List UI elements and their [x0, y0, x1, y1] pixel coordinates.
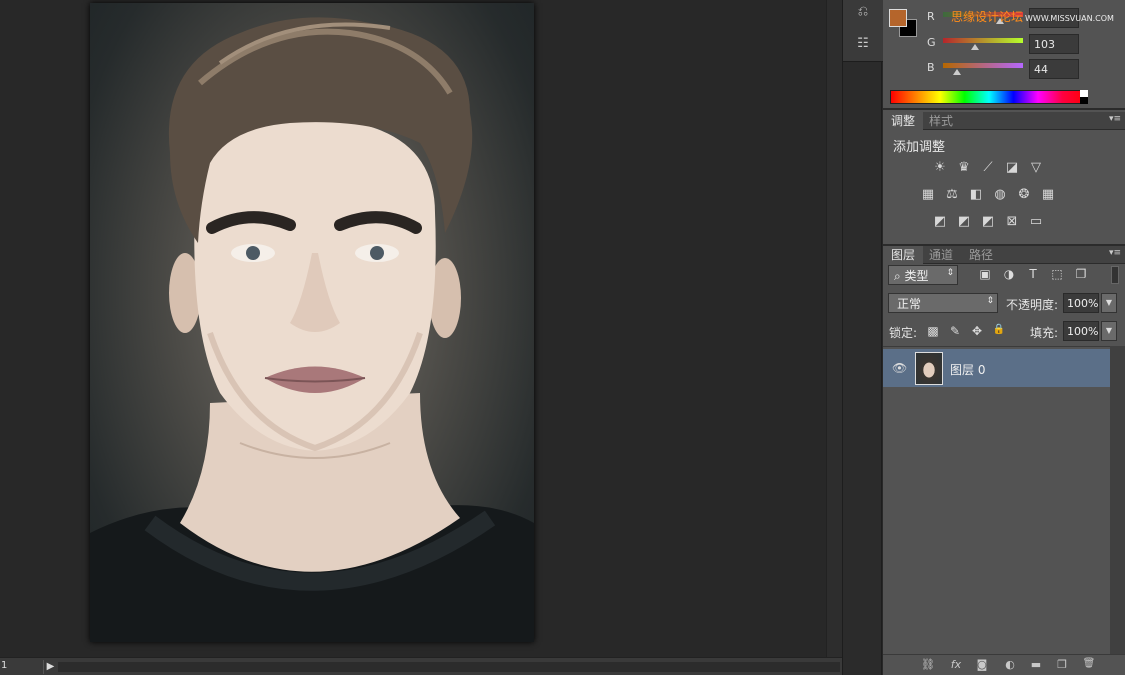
filter-toggle-switch[interactable] [1111, 266, 1119, 284]
adjustment-filter-icon[interactable]: ◑ [1001, 267, 1017, 283]
brightness-icon[interactable]: ☀ [931, 159, 949, 177]
layer-row[interactable]: 👁 图层 0 [883, 349, 1110, 387]
blend-select-arrow: ⇕ [986, 296, 994, 306]
fill-dropdown[interactable]: ▼ [1101, 321, 1117, 341]
lock-transparent-icon[interactable]: ▩ [925, 324, 941, 340]
curves-icon[interactable]: ⟋ [979, 159, 997, 177]
layers-panel-tabs: 图层 通道 路径 ▾≡ [883, 244, 1125, 264]
tab-styles[interactable]: 样式 [921, 112, 961, 130]
shape-filter-icon[interactable]: ⬚ [1049, 267, 1065, 283]
link-layers-icon[interactable]: ⛓ [919, 658, 937, 672]
fx-icon[interactable]: fx [947, 658, 965, 672]
blend-mode-select[interactable]: 正常 ⇕ [888, 293, 998, 313]
status-bar: 1 ▶ [0, 657, 842, 675]
tab-paths[interactable]: 路径 [961, 246, 1001, 264]
invert-icon[interactable]: ◩ [931, 213, 949, 231]
canvas-vertical-scrollbar[interactable] [826, 0, 842, 657]
tab-layers[interactable]: 图层 [883, 246, 924, 264]
layer-name[interactable]: 图层 0 [950, 361, 985, 378]
green-value-field[interactable]: 103 [1029, 34, 1079, 54]
black-white-icon[interactable]: ◧ [967, 186, 985, 204]
color-spectrum-bar[interactable] [890, 90, 1088, 104]
delete-layer-icon[interactable]: 🗑 [1080, 658, 1098, 672]
opacity-field[interactable]: 100% [1063, 293, 1099, 313]
exposure-icon[interactable]: ◪ [1003, 159, 1021, 177]
color-balance-icon[interactable]: ⚖ [943, 186, 961, 204]
blue-channel-label: B [927, 61, 935, 74]
eye-visibility-icon[interactable]: 👁 [892, 361, 907, 375]
threshold-icon[interactable]: ◩ [979, 213, 997, 231]
hue-saturation-icon[interactable]: ▦ [919, 186, 937, 204]
color-panel: R G 103 B 44 思缘设计论坛 WWW.MISSVUAN.COM [883, 0, 1125, 110]
portrait-photo[interactable] [90, 3, 534, 642]
document-canvas-area[interactable] [0, 0, 826, 657]
blend-mode-value: 正常 [897, 297, 922, 311]
zoom-level[interactable]: 1 [0, 660, 42, 674]
fill-field[interactable]: 100% [1063, 321, 1099, 341]
filter-select-arrow: ⇕ [946, 268, 954, 278]
watermark-text: 思缘设计论坛 [951, 10, 1024, 24]
tab-channels[interactable]: 通道 [921, 246, 961, 264]
photo-filter-icon[interactable]: ◍ [991, 186, 1009, 204]
filter-type-label: ⌕ 类型 [894, 269, 929, 283]
adjustments-panel-tabs: 调整 样式 ▾≡ [883, 112, 1125, 130]
status-menu-arrow[interactable]: ▶ [43, 660, 57, 674]
green-slider-thumb[interactable] [971, 44, 980, 50]
layer-filter-select[interactable]: ⌕ 类型 ⇕ [888, 265, 958, 285]
add-mask-icon[interactable]: ◙ [973, 658, 991, 672]
channel-mixer-icon[interactable]: ❂ [1015, 186, 1033, 204]
smart-object-filter-icon[interactable]: ❐ [1073, 267, 1089, 283]
green-slider[interactable] [943, 38, 1023, 50]
layers-footer-toolbar: ⛓ fx ◙ ◐ ▬ ❐ 🗑 [883, 654, 1125, 675]
green-channel-label: G [927, 36, 936, 49]
posterize-icon[interactable]: ◩ [955, 213, 973, 231]
panel-icon-group: ⎌ ☷ [843, 0, 883, 62]
lock-all-icon[interactable]: 🔒 [991, 324, 1007, 340]
black-white-swatches[interactable] [1080, 90, 1088, 104]
vibrance-icon[interactable]: ▽ [1027, 159, 1045, 177]
collapsed-panel-strip: ⎌ ☷ [842, 0, 883, 675]
layer-thumbnail [915, 352, 943, 385]
lock-position-icon[interactable]: ✥ [969, 324, 985, 340]
new-layer-icon[interactable]: ❐ [1053, 658, 1071, 672]
watermark-url: WWW.MISSVUAN.COM [1025, 14, 1114, 23]
opacity-label: 不透明度: [1006, 298, 1059, 312]
selective-color-icon[interactable]: ⊠ [1003, 213, 1021, 231]
levels-icon[interactable]: ♛ [955, 159, 973, 177]
blue-value-field[interactable]: 44 [1029, 59, 1079, 79]
pixel-filter-icon[interactable]: ▣ [977, 267, 993, 283]
layers-scrollbar[interactable] [1110, 346, 1125, 654]
tab-adjustments[interactable]: 调整 [883, 112, 924, 130]
history-icon[interactable]: ⎌ [847, 0, 879, 24]
properties-icon[interactable]: ☷ [847, 32, 879, 56]
gradient-map-icon[interactable]: ▭ [1027, 213, 1045, 231]
blue-slider-thumb[interactable] [952, 69, 961, 75]
right-panel-dock: R G 103 B 44 思缘设计论坛 WWW.MISSVUAN.COM 调整 样… [883, 0, 1125, 675]
type-filter-icon[interactable]: T [1025, 267, 1041, 283]
watermark: 思缘设计论坛 WWW.MISSVUAN.COM [951, 8, 1114, 25]
adjustments-title: 添加调整 [893, 140, 946, 155]
layers-list: 👁 图层 0 [883, 346, 1110, 654]
canvas-horizontal-scrollbar[interactable] [58, 662, 840, 672]
opacity-dropdown[interactable]: ▼ [1101, 293, 1117, 313]
layers-panel-menu-icon[interactable]: ▾≡ [1109, 248, 1121, 258]
new-group-icon[interactable]: ▬ [1027, 658, 1045, 672]
adjustments-panel-menu-icon[interactable]: ▾≡ [1109, 114, 1121, 124]
foreground-color-swatch[interactable] [889, 9, 907, 27]
portrait-illustration [90, 17, 534, 642]
red-channel-label: R [927, 10, 935, 23]
lock-image-icon[interactable]: ✎ [947, 324, 963, 340]
new-adjustment-icon[interactable]: ◐ [1001, 658, 1019, 672]
fill-label: 填充: [1030, 326, 1059, 340]
lock-label: 锁定: [889, 326, 918, 340]
blue-slider[interactable] [943, 63, 1023, 75]
color-lookup-icon[interactable]: ▦ [1039, 186, 1057, 204]
